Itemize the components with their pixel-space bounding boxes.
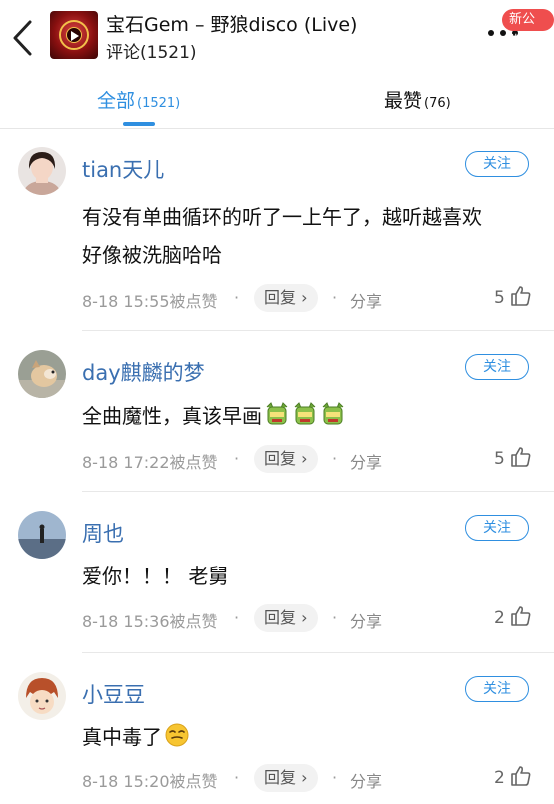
like-count: 2 <box>494 768 505 788</box>
username[interactable]: 周也 <box>82 518 124 548</box>
comment-text-line: 有没有单曲循环的听了一上午了，越听越喜欢 <box>82 205 482 229</box>
back-arrow-icon[interactable] <box>10 18 38 58</box>
comment-item: tian天儿 关注 有没有单曲循环的听了一上午了，越听越喜欢 好像被洗脑哈哈 8… <box>0 129 554 331</box>
comment-text: 全曲魔性，真该早画 <box>82 397 346 435</box>
comment-tabs: 全部 (1521) 最赞 (76) <box>0 72 554 129</box>
avatar[interactable] <box>18 672 66 720</box>
reply-button[interactable]: 回复 › <box>254 764 318 792</box>
separator-dot: · <box>332 288 338 307</box>
share-button[interactable]: 分享 <box>350 449 382 473</box>
separator-dot: · <box>332 449 338 468</box>
smirk-face-emoji <box>165 723 189 747</box>
tab-most-liked[interactable]: 最赞 (76) <box>384 86 451 113</box>
avatar[interactable] <box>18 350 66 398</box>
username[interactable]: tian天儿 <box>82 154 164 184</box>
divider <box>82 652 554 653</box>
like-count: 5 <box>494 449 505 469</box>
reply-button[interactable]: 回复 › <box>254 445 318 473</box>
share-button[interactable]: 分享 <box>350 288 382 312</box>
reply-button[interactable]: 回复 › <box>254 604 318 632</box>
like-count: 5 <box>494 288 505 308</box>
comment-meta: 8-18 17:22被点赞 · 回复 › · 分享 5 <box>82 445 532 473</box>
new-notice-badge[interactable]: 新公告 <box>502 9 554 49</box>
comment-item: day麒麟的梦 关注 全曲魔性，真该早画 8-18 17:22被点赞 · 回复 … <box>0 332 554 492</box>
separator-dot: · <box>234 768 240 787</box>
liked-time: 8-18 15:20被点赞 <box>82 772 218 791</box>
comment-meta: 8-18 15:20被点赞 · 回复 › · 分享 2 <box>82 764 532 792</box>
album-cover[interactable] <box>50 11 98 59</box>
share-button[interactable]: 分享 <box>350 608 382 632</box>
follow-button[interactable]: 关注 <box>465 676 529 702</box>
tab-most-liked-count: (76) <box>424 96 451 111</box>
username[interactable]: day麒麟的梦 <box>82 357 205 387</box>
comment-meta: 8-18 15:36被点赞 · 回复 › · 分享 2 <box>82 604 532 632</box>
tab-all[interactable]: 全部 (1521) <box>97 86 180 113</box>
active-tab-indicator <box>123 122 155 126</box>
thumbs-up-icon[interactable] <box>510 765 532 787</box>
follow-button[interactable]: 关注 <box>465 354 529 380</box>
dragon-mask-emoji <box>266 402 288 425</box>
follow-button[interactable]: 关注 <box>465 515 529 541</box>
liked-time: 8-18 15:55被点赞 <box>82 292 218 311</box>
follow-button[interactable]: 关注 <box>465 151 529 177</box>
play-icon <box>71 31 79 41</box>
separator-dot: · <box>234 288 240 307</box>
comment-count: 评论(1521) <box>106 43 197 63</box>
comment-text-line: 好像被洗脑哈哈 <box>82 243 222 267</box>
avatar[interactable] <box>18 511 66 559</box>
liked-time: 8-18 15:36被点赞 <box>82 612 218 631</box>
tab-all-label: 全部 <box>97 90 136 112</box>
separator-dot: · <box>234 608 240 627</box>
comment-text-content: 全曲魔性，真该早画 <box>82 404 262 428</box>
dragon-mask-emoji <box>294 402 316 425</box>
dragon-mask-emoji <box>322 402 344 425</box>
separator-dot: · <box>234 449 240 468</box>
comment-text: 真中毒了 <box>82 718 190 756</box>
divider <box>82 330 554 331</box>
liked-time: 8-18 17:22被点赞 <box>82 453 218 472</box>
comment-text: 爱你！！！ 老舅 <box>82 564 229 588</box>
thumbs-up-icon[interactable] <box>510 446 532 468</box>
separator-dot: · <box>332 768 338 787</box>
separator-dot: · <box>332 608 338 627</box>
avatar[interactable] <box>18 147 66 195</box>
divider <box>82 491 554 492</box>
comment-meta: 8-18 15:55被点赞 · 回复 › · 分享 5 <box>82 284 532 312</box>
username[interactable]: 小豆豆 <box>82 679 145 709</box>
comment-item: 周也 关注 爱你！！！ 老舅 8-18 15:36被点赞 · 回复 › · 分享… <box>0 493 554 653</box>
comment-text: 有没有单曲循环的听了一上午了，越听越喜欢 好像被洗脑哈哈 <box>82 198 482 274</box>
reply-button[interactable]: 回复 › <box>254 284 318 312</box>
like-count: 2 <box>494 608 505 628</box>
tab-most-liked-label: 最赞 <box>384 90 423 112</box>
tab-all-count: (1521) <box>137 96 181 111</box>
thumbs-up-icon[interactable] <box>510 285 532 307</box>
comment-item: 小豆豆 关注 真中毒了 8-18 15:20被点赞 · 回复 › · 分享 2 <box>0 654 554 804</box>
song-title: 宝石Gem – 野狼disco (Live) <box>106 14 358 36</box>
thumbs-up-icon[interactable] <box>510 605 532 627</box>
share-button[interactable]: 分享 <box>350 768 382 792</box>
header: 宝石Gem – 野狼disco (Live) 评论(1521) 新公告 <box>0 0 554 72</box>
comment-text-content: 真中毒了 <box>82 725 162 749</box>
